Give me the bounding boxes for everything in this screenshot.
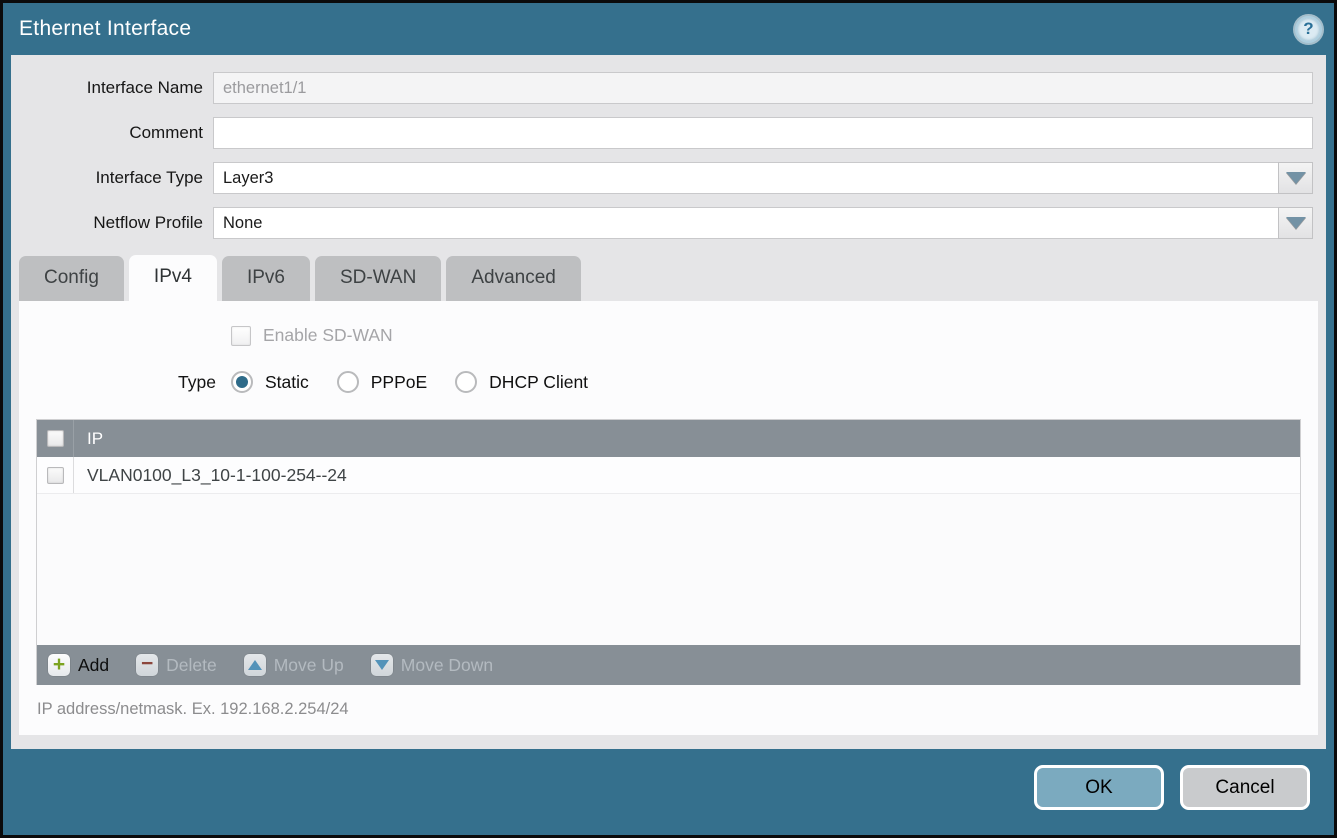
move-down-button: Move Down	[371, 654, 493, 676]
cancel-button[interactable]: Cancel	[1180, 765, 1310, 810]
radio-pppoe-label[interactable]: PPPoE	[371, 372, 427, 393]
ipv4-tab-panel: Enable SD-WAN Type Static PPPoE DHCP Cli…	[19, 301, 1318, 735]
arrow-down-icon	[371, 654, 393, 676]
ip-format-hint: IP address/netmask. Ex. 192.168.2.254/24	[37, 700, 1301, 719]
radio-static[interactable]	[231, 371, 253, 393]
type-radio-group: Type Static PPPoE DHCP Client	[178, 371, 1301, 393]
tab-advanced[interactable]: Advanced	[446, 256, 581, 301]
enable-sdwan-label: Enable SD-WAN	[263, 325, 393, 346]
tab-config[interactable]: Config	[19, 256, 124, 301]
radio-static-label[interactable]: Static	[265, 372, 309, 393]
interface-type-select[interactable]	[213, 162, 1313, 194]
tab-ipv4[interactable]: IPv4	[129, 255, 217, 301]
enable-sdwan-checkbox	[231, 326, 251, 346]
help-icon[interactable]: ?	[1295, 16, 1322, 43]
select-all-column	[37, 420, 74, 457]
netflow-profile-label: Netflow Profile	[11, 213, 213, 233]
comment-field[interactable]	[213, 117, 1313, 149]
netflow-profile-select[interactable]	[213, 207, 1313, 239]
chevron-down-icon	[1286, 172, 1306, 184]
dialog-content: Interface Name Comment Interface Type Ne…	[11, 55, 1326, 749]
radio-pppoe[interactable]	[337, 371, 359, 393]
interface-name-label: Interface Name	[11, 78, 213, 98]
arrow-up-icon	[244, 654, 266, 676]
ip-column-header: IP	[74, 429, 103, 449]
comment-row: Comment	[11, 117, 1313, 149]
dialog-title: Ethernet Interface	[19, 17, 191, 41]
chevron-down-icon	[1286, 217, 1306, 229]
type-label: Type	[178, 372, 216, 393]
netflow-profile-value[interactable]	[213, 207, 1278, 239]
tab-sdwan[interactable]: SD-WAN	[315, 256, 441, 301]
radio-dhcp-client-label[interactable]: DHCP Client	[489, 372, 588, 393]
dialog-titlebar: Ethernet Interface ?	[3, 3, 1334, 55]
interface-type-dropdown-button[interactable]	[1278, 162, 1313, 194]
row-checkbox-column	[37, 457, 74, 493]
interface-type-label: Interface Type	[11, 168, 213, 188]
select-all-checkbox[interactable]	[47, 430, 64, 447]
table-toolbar: + Add − Delete Move Up Move Down	[37, 645, 1300, 685]
ip-table: IP VLAN0100_L3_10-1-100-254--24 + Add	[36, 419, 1301, 685]
table-empty-area	[37, 494, 1300, 645]
delete-button: − Delete	[136, 654, 217, 676]
add-button[interactable]: + Add	[48, 654, 109, 676]
ip-table-header: IP	[37, 420, 1300, 457]
radio-dhcp-client[interactable]	[455, 371, 477, 393]
netflow-profile-dropdown-button[interactable]	[1278, 207, 1313, 239]
table-row[interactable]: VLAN0100_L3_10-1-100-254--24	[37, 457, 1300, 494]
netflow-profile-row: Netflow Profile	[11, 207, 1313, 239]
interface-name-row: Interface Name	[11, 72, 1313, 104]
interface-type-value[interactable]	[213, 162, 1278, 194]
interface-type-row: Interface Type	[11, 162, 1313, 194]
ethernet-interface-dialog: Ethernet Interface ? Interface Name Comm…	[0, 0, 1337, 838]
tab-ipv6[interactable]: IPv6	[222, 256, 310, 301]
ip-cell[interactable]: VLAN0100_L3_10-1-100-254--24	[74, 465, 347, 486]
enable-sdwan-row: Enable SD-WAN	[231, 325, 1301, 346]
ok-button[interactable]: OK	[1034, 765, 1164, 810]
dialog-footer: OK Cancel	[3, 749, 1334, 835]
minus-icon: −	[136, 654, 158, 676]
interface-name-field	[213, 72, 1313, 104]
row-checkbox[interactable]	[47, 467, 64, 484]
comment-label: Comment	[11, 123, 213, 143]
move-up-button: Move Up	[244, 654, 344, 676]
tab-strip: Config IPv4 IPv6 SD-WAN Advanced	[11, 252, 1326, 301]
plus-icon: +	[48, 654, 70, 676]
